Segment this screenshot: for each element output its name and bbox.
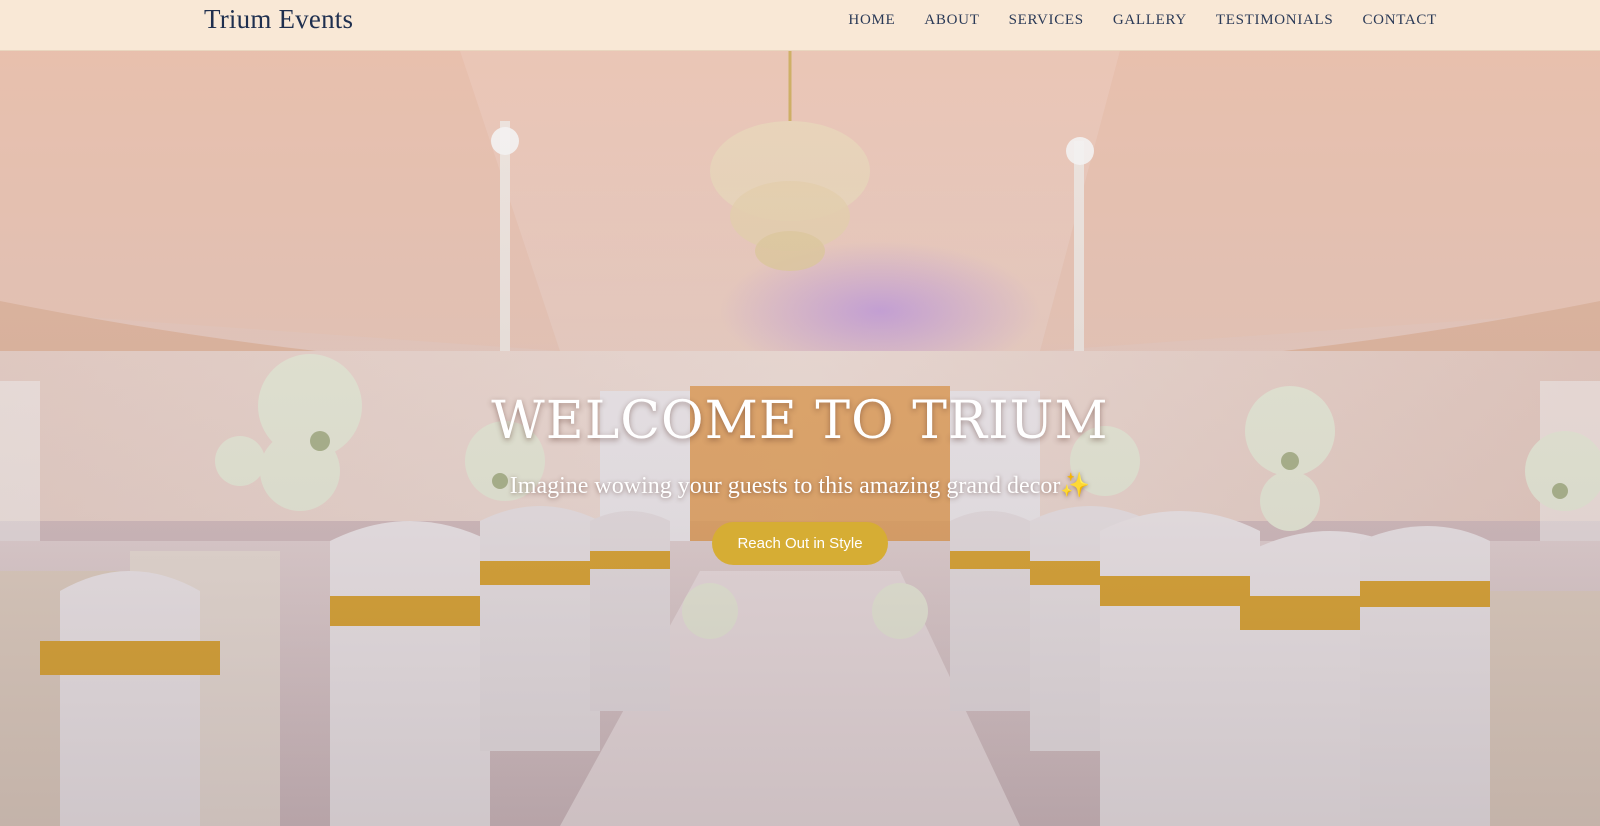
nav-link-contact[interactable]: CONTACT xyxy=(1362,12,1437,28)
hero-title: WELCOME TO TRIUM xyxy=(491,391,1109,451)
main-nav: HOME ABOUT SERVICES GALLERY TESTIMONIALS… xyxy=(819,11,1437,29)
nav-item-services: SERVICES xyxy=(1009,11,1084,29)
nav-item-testimonials: TESTIMONIALS xyxy=(1216,11,1334,29)
nav-link-gallery[interactable]: GALLERY xyxy=(1113,12,1187,28)
nav-item-about: ABOUT xyxy=(924,11,979,29)
nav-link-about[interactable]: ABOUT xyxy=(924,12,979,28)
nav-item-contact: CONTACT xyxy=(1362,11,1437,29)
hero-subtitle: Imagine wowing your guests to this amazi… xyxy=(509,473,1091,499)
nav-link-services[interactable]: SERVICES xyxy=(1009,12,1084,28)
nav-link-testimonials[interactable]: TESTIMONIALS xyxy=(1216,12,1334,28)
nav-item-gallery: GALLERY xyxy=(1113,11,1187,29)
hero-content: WELCOME TO TRIUM Imagine wowing your gue… xyxy=(0,391,1600,565)
reach-out-button[interactable]: Reach Out in Style xyxy=(712,522,888,565)
nav-link-home[interactable]: HOME xyxy=(848,12,895,28)
nav-item-home: HOME xyxy=(848,11,895,29)
site-header: Trium Events HOME ABOUT SERVICES GALLERY… xyxy=(0,0,1600,51)
hero-section: WELCOME TO TRIUM Imagine wowing your gue… xyxy=(0,51,1600,826)
brand-logo-link[interactable]: Trium Events xyxy=(204,4,353,35)
